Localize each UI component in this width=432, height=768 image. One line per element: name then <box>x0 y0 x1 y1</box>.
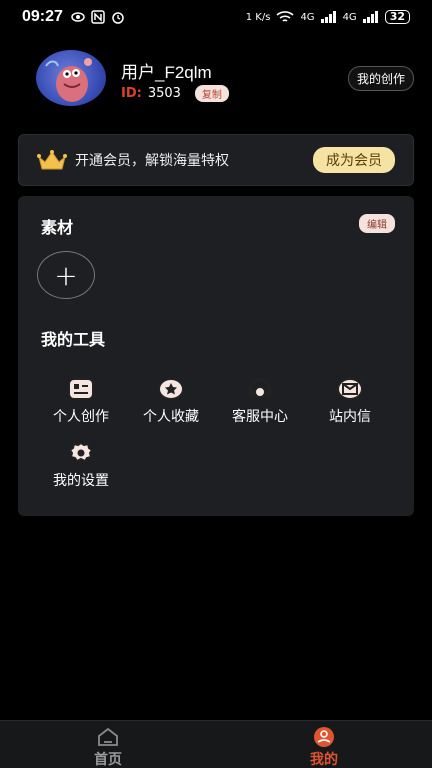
settings-icon <box>68 441 94 463</box>
plus-icon: + <box>54 258 78 292</box>
bottom-tab-bar: 首页 我的 <box>0 720 432 768</box>
status-bar: 09:27 1 K/s 4G 4G 32 <box>0 0 432 34</box>
vip-text: 开通会员，解锁海量特权 <box>75 153 229 169</box>
add-material-button[interactable]: + <box>37 251 95 299</box>
edit-button[interactable]: 编辑 <box>359 214 395 233</box>
main-panel: 素材 编辑 + 我的工具 个人创作 个人收藏 客服中心 站内信 我的设置 <box>18 196 414 516</box>
my-creation-button[interactable]: 我的创作 <box>347 66 414 91</box>
username: 用户_F2qlm <box>121 63 212 82</box>
alarm-icon <box>112 12 124 24</box>
tool-label: 客服中心 <box>232 409 288 425</box>
battery-indicator: 32 <box>384 10 410 24</box>
profile-header: 用户_F2qlm ID: 3503 复制 我的创作 <box>36 50 416 108</box>
favorite-icon <box>158 378 184 400</box>
net-speed: 1 K/s <box>245 11 271 23</box>
signal-label-2: 4G <box>342 11 357 23</box>
vip-banner[interactable]: 开通会员，解锁海量特权 成为会员 <box>18 134 414 186</box>
wifi-icon <box>276 11 294 22</box>
tool-label: 个人创作 <box>53 409 109 425</box>
message-icon <box>337 378 363 400</box>
id-label: ID: <box>121 86 142 101</box>
avatar-image <box>45 58 92 102</box>
customer-service-icon <box>248 378 272 398</box>
signal-label: 4G <box>300 11 315 23</box>
materials-title: 素材 <box>41 218 74 237</box>
status-notification-icons <box>71 10 125 24</box>
copy-id-button[interactable]: 复制 <box>194 85 229 102</box>
tool-personal-favorites[interactable]: 个人收藏 <box>126 376 216 426</box>
avatar[interactable] <box>36 50 106 106</box>
tool-label: 站内信 <box>329 409 371 425</box>
id-value: 3503 <box>147 86 181 101</box>
signal-icon-1 <box>320 11 336 23</box>
tab-home-label: 首页 <box>94 752 122 768</box>
tool-my-settings[interactable]: 我的设置 <box>36 440 126 490</box>
tab-home[interactable]: 首页 <box>78 727 138 768</box>
tool-personal-creation[interactable]: 个人创作 <box>36 376 126 426</box>
creation-icon <box>68 378 94 400</box>
tool-customer-service[interactable]: 客服中心 <box>215 376 305 426</box>
tool-inbox[interactable]: 站内信 <box>305 376 395 426</box>
crown-icon <box>37 150 67 170</box>
profile-icon <box>314 727 334 747</box>
eye-icon <box>71 12 85 22</box>
signal-icon-2 <box>362 11 378 23</box>
tool-label: 个人收藏 <box>143 409 199 425</box>
user-id-row: ID: 3503 复制 <box>121 85 229 102</box>
status-time: 09:27 <box>22 8 63 25</box>
home-icon <box>98 727 118 746</box>
tool-label: 我的设置 <box>53 473 109 489</box>
tab-mine-label: 我的 <box>310 752 338 768</box>
status-right: 1 K/s 4G 4G 32 <box>246 10 410 24</box>
tab-mine[interactable]: 我的 <box>294 727 354 768</box>
tools-title: 我的工具 <box>41 330 106 349</box>
nfc-icon <box>91 10 105 24</box>
become-vip-button[interactable]: 成为会员 <box>313 147 395 173</box>
